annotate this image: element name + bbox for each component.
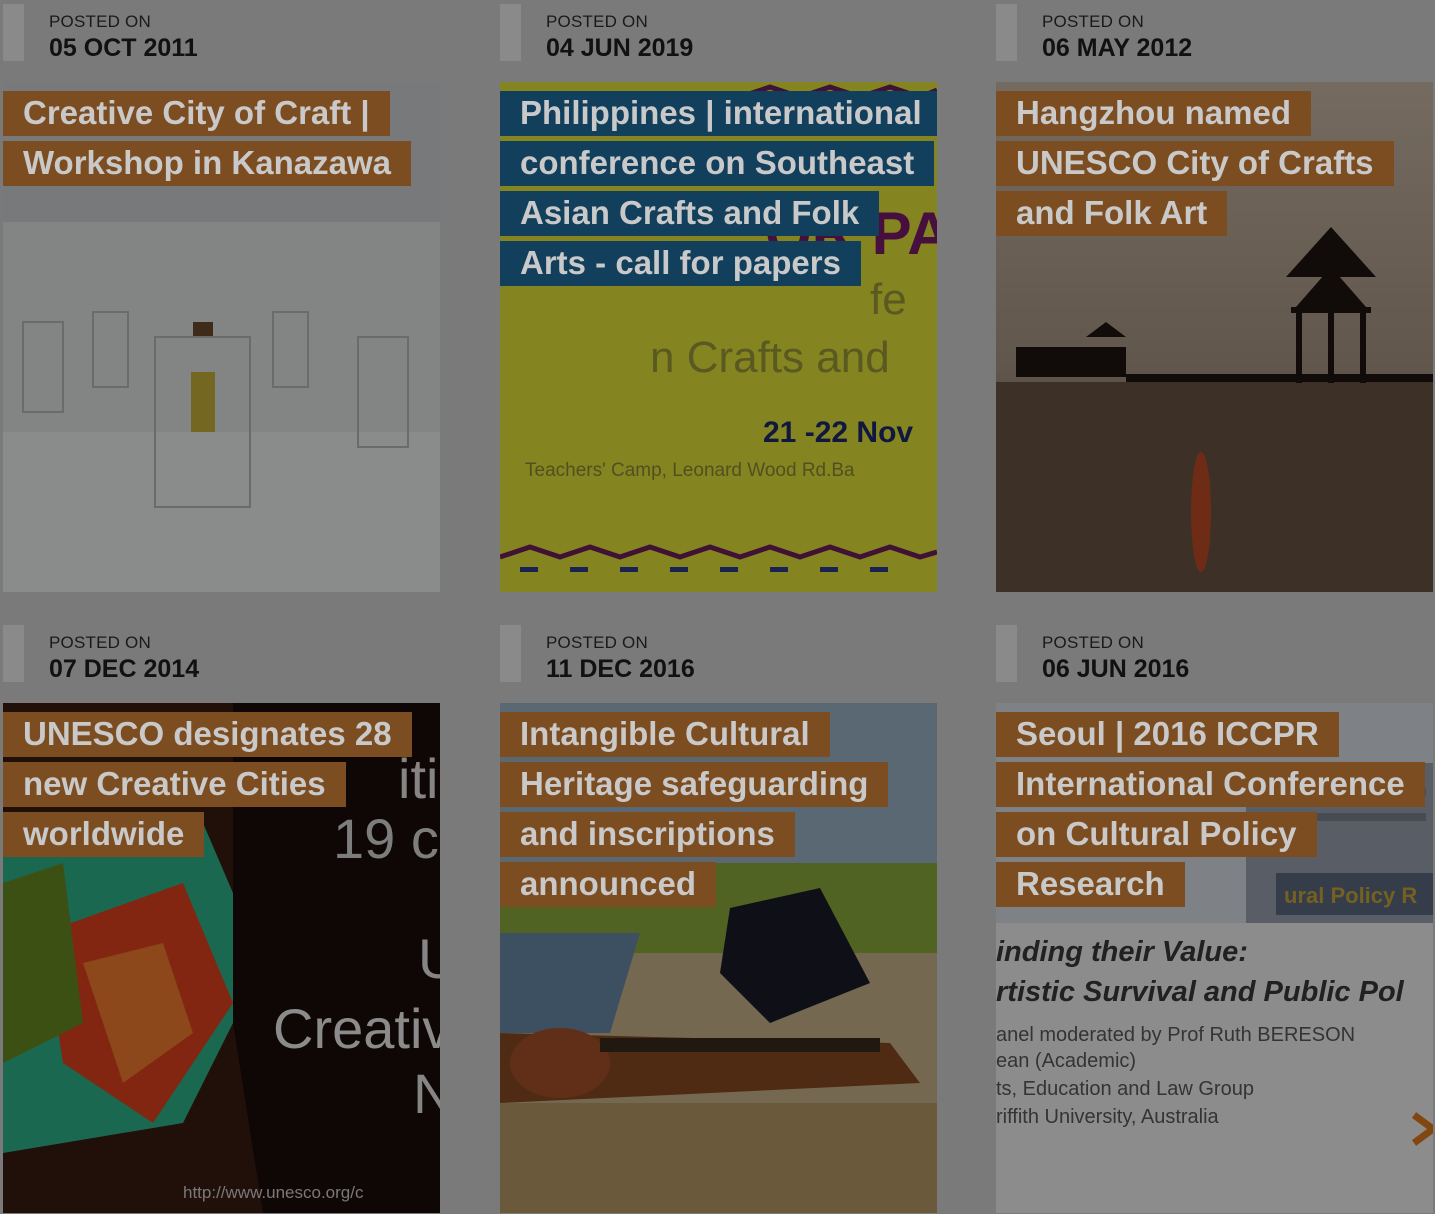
meta-accent-bar	[996, 625, 1017, 682]
post-meta: POSTED ON 04 JUN 2019	[500, 0, 937, 82]
post-card[interactable]: POSTED ON 04 JUN 2019 OR PA fe	[500, 0, 937, 592]
post-card[interactable]: POSTED ON 06 JUN 2016 ural Policy R indi…	[996, 621, 1433, 1213]
post-meta: POSTED ON 06 JUN 2016	[996, 621, 1433, 703]
post-title[interactable]: Hangzhou named UNESCO City of Crafts and…	[996, 88, 1426, 238]
post-title[interactable]: Philippines | international conference o…	[500, 88, 937, 288]
post-thumbnail[interactable]: ural Policy R inding their Value: rtisti…	[996, 703, 1433, 1213]
post-meta: POSTED ON 07 DEC 2014	[3, 621, 440, 703]
post-thumbnail[interactable]: Creative City of Craft | Workshop in Kan…	[3, 82, 440, 592]
post-date: 06 JUN 2016	[1042, 655, 1190, 683]
post-title[interactable]: UNESCO designates 28 new Creative Cities…	[3, 709, 433, 859]
post-meta: POSTED ON 06 MAY 2012	[996, 0, 1433, 82]
post-date: 06 MAY 2012	[1042, 34, 1193, 62]
svg-text:http://www.unesco.org/c: http://www.unesco.org/c	[183, 1183, 364, 1202]
svg-text:n Crafts and: n Crafts and	[650, 333, 890, 382]
posted-on-label: POSTED ON	[1042, 12, 1144, 31]
svg-text:rtistic Survival and Public Po: rtistic Survival and Public Pol	[996, 976, 1405, 1008]
post-thumbnail[interactable]: OR PA fe n Crafts and 21 -22 Nov Teacher…	[500, 82, 937, 592]
post-title[interactable]: Intangible Cultural Heritage safeguardin…	[500, 709, 930, 909]
meta-accent-bar	[3, 625, 24, 682]
svg-text:ean (Academic): ean (Academic)	[996, 1050, 1136, 1072]
svg-text:anel moderated by Prof Ruth BE: anel moderated by Prof Ruth BERESON	[996, 1024, 1355, 1046]
meta-accent-bar	[500, 4, 521, 61]
posted-on-label: POSTED ON	[49, 633, 151, 652]
post-card[interactable]: POSTED ON 05 OCT 2011 Creative City of C…	[3, 0, 440, 592]
svg-text:riffith University, Australia: riffith University, Australia	[996, 1106, 1220, 1128]
post-meta: POSTED ON 11 DEC 2016	[500, 621, 937, 703]
meta-accent-bar	[500, 625, 521, 682]
post-thumbnail[interactable]: iti 19 co U Creativ N http://www.unesco.…	[3, 703, 440, 1213]
post-date: 11 DEC 2016	[546, 655, 695, 683]
posted-on-label: POSTED ON	[546, 12, 648, 31]
svg-text:Teachers' Camp, Leonard Wood R: Teachers' Camp, Leonard Wood Rd.Ba	[525, 460, 855, 481]
post-meta: POSTED ON 05 OCT 2011	[3, 0, 440, 82]
post-card[interactable]: POSTED ON 11 DEC 2016 Intangible Cultura	[500, 621, 937, 1213]
svg-text:inding their Value:: inding their Value:	[996, 936, 1248, 968]
post-date: 07 DEC 2014	[49, 655, 200, 683]
post-date: 04 JUN 2019	[546, 34, 694, 62]
post-card[interactable]: POSTED ON 07 DEC 2014 iti 19 co U Creati…	[3, 621, 440, 1213]
post-grid: POSTED ON 05 OCT 2011 Creative City of C…	[0, 0, 1435, 1214]
post-thumbnail[interactable]: Hangzhou named UNESCO City of Crafts and…	[996, 82, 1433, 592]
svg-text:ts, Education and Law Group: ts, Education and Law Group	[996, 1078, 1254, 1100]
meta-accent-bar	[3, 4, 24, 61]
post-title[interactable]: Creative City of Craft | Workshop in Kan…	[3, 88, 433, 188]
meta-accent-bar	[996, 4, 1017, 61]
svg-text:Creativ: Creativ	[273, 997, 440, 1060]
post-title[interactable]: Seoul | 2016 ICCPR International Confere…	[996, 709, 1426, 909]
posted-on-label: POSTED ON	[546, 633, 648, 652]
post-date: 05 OCT 2011	[49, 34, 198, 62]
svg-text:N: N	[413, 1062, 440, 1125]
svg-text:21 -22 Nov: 21 -22 Nov	[763, 416, 913, 449]
posted-on-label: POSTED ON	[49, 12, 151, 31]
post-card[interactable]: POSTED ON 06 MAY 2012 Hangzhou named UNE…	[996, 0, 1433, 592]
post-thumbnail[interactable]: Intangible Cultural Heritage safeguardin…	[500, 703, 937, 1213]
svg-text:U: U	[418, 927, 440, 990]
posted-on-label: POSTED ON	[1042, 633, 1144, 652]
